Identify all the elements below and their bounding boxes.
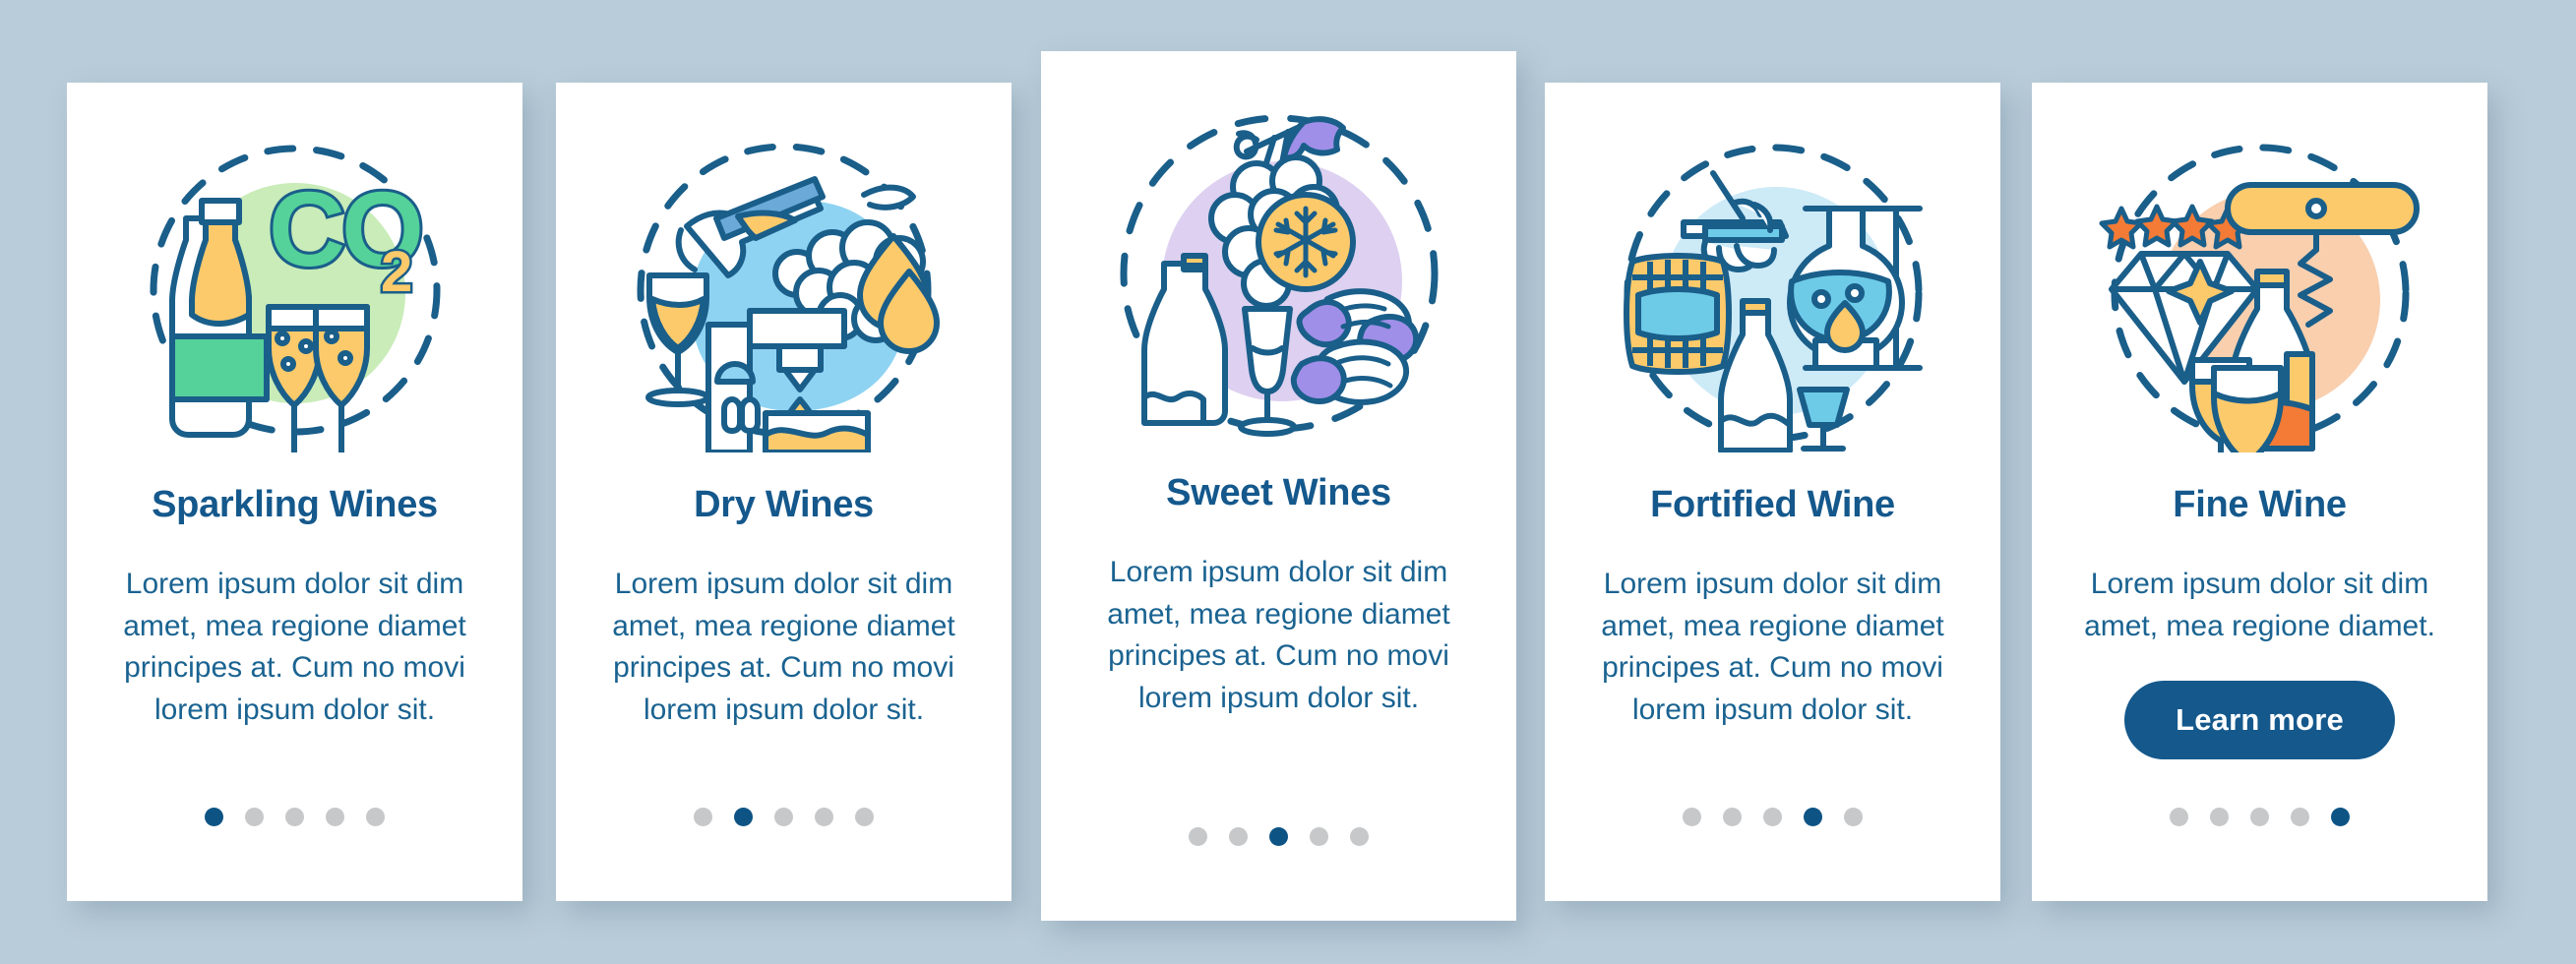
page-dot-2[interactable]	[2210, 808, 2229, 826]
card-title: Sweet Wines	[1166, 472, 1391, 513]
page-dot-3[interactable]	[1269, 827, 1288, 846]
page-dot-1[interactable]	[1683, 808, 1701, 826]
page-dot-4[interactable]	[2291, 808, 2309, 826]
page-dot-4[interactable]	[1310, 827, 1328, 846]
onboarding-card-sparkling-wines[interactable]: CO 2 Sparkling Wines Lorem ipsum dolor s…	[67, 83, 522, 901]
page-dot-1[interactable]	[2170, 808, 2188, 826]
sweet-wine-concept-icon	[1109, 98, 1449, 439]
card-body-text: Lorem ipsum dolor sit dim amet, mea regi…	[1601, 568, 1944, 726]
card-body-text: Lorem ipsum dolor sit dim amet, mea regi…	[2084, 568, 2435, 642]
page-indicator-dots[interactable]	[1683, 808, 1863, 826]
onboarding-card-dry-wines[interactable]: Dry Wines Lorem ipsum dolor sit dim amet…	[556, 83, 1012, 901]
page-dot-5[interactable]	[2331, 808, 2350, 826]
page-dot-2[interactable]	[1723, 808, 1742, 826]
card-title: Sparkling Wines	[152, 484, 438, 525]
fine-wine-concept-icon	[2098, 128, 2423, 452]
page-indicator-dots[interactable]	[694, 808, 874, 826]
card-body-text: Lorem ipsum dolor sit dim amet, mea regi…	[612, 568, 955, 726]
page-dot-5[interactable]	[855, 808, 874, 826]
card-title: Dry Wines	[694, 484, 874, 525]
page-dot-5[interactable]	[1350, 827, 1369, 846]
page-indicator-dots[interactable]	[2170, 808, 2350, 826]
onboarding-card-fine-wine[interactable]: Fine Wine Lorem ipsum dolor sit dim amet…	[2032, 83, 2487, 901]
card-body-text: Lorem ipsum dolor sit dim amet, mea regi…	[123, 568, 466, 726]
sparkling-wine-concept-icon: CO 2	[133, 128, 458, 452]
page-dot-1[interactable]	[205, 808, 223, 826]
page-dot-3[interactable]	[1763, 808, 1782, 826]
page-dot-1[interactable]	[694, 808, 712, 826]
card-title: Fortified Wine	[1650, 484, 1895, 525]
page-indicator-dots[interactable]	[205, 808, 385, 826]
learn-more-button[interactable]: Learn more	[2124, 681, 2395, 760]
page-dot-1[interactable]	[1189, 827, 1207, 846]
card-title: Fine Wine	[2173, 484, 2347, 525]
onboarding-card-sweet-wines[interactable]: Sweet Wines Lorem ipsum dolor sit dim am…	[1041, 51, 1516, 921]
fortified-wine-concept-icon	[1611, 128, 1935, 452]
page-dot-4[interactable]	[326, 808, 344, 826]
page-dot-2[interactable]	[734, 808, 753, 826]
page-indicator-dots[interactable]	[1189, 827, 1369, 846]
page-dot-2[interactable]	[1229, 827, 1248, 846]
page-dot-2[interactable]	[245, 808, 264, 826]
dry-wine-concept-icon	[622, 128, 947, 452]
page-dot-3[interactable]	[774, 808, 793, 826]
onboarding-screens-stage: CO 2 Sparkling Wines Lorem ipsum dolor s…	[0, 0, 2576, 964]
onboarding-card-fortified-wine[interactable]: Fortified Wine Lorem ipsum dolor sit dim…	[1545, 83, 2000, 901]
page-dot-4[interactable]	[815, 808, 833, 826]
page-dot-3[interactable]	[2250, 808, 2269, 826]
page-dot-4[interactable]	[1804, 808, 1822, 826]
page-dot-5[interactable]	[1844, 808, 1863, 826]
page-dot-5[interactable]	[366, 808, 385, 826]
card-body-text: Lorem ipsum dolor sit dim amet, mea regi…	[1107, 556, 1450, 714]
page-dot-3[interactable]	[285, 808, 304, 826]
svg-text:2: 2	[381, 240, 412, 304]
